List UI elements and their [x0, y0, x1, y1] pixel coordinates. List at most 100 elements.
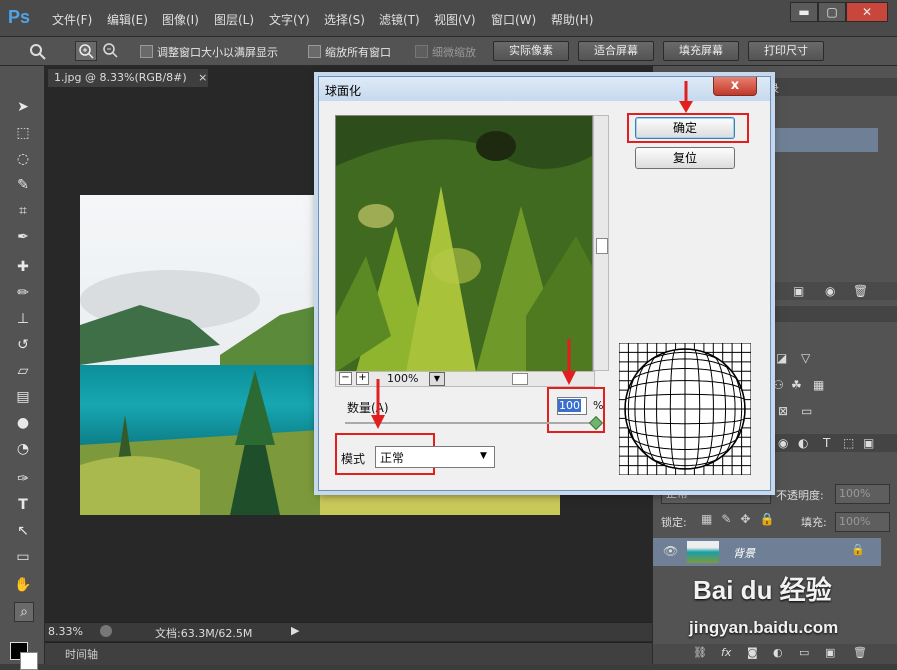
color-lookup-icon[interactable]: ▦ — [813, 378, 824, 392]
scrubby-zoom-checkbox[interactable] — [415, 45, 428, 58]
filter-smart-icon[interactable]: ▣ — [863, 436, 874, 450]
zoom-in-preview-button[interactable]: + — [356, 372, 369, 385]
minimize-button[interactable]: ▬ — [790, 2, 818, 22]
color-balance-icon[interactable]: ⚇ — [773, 378, 784, 392]
new-group-icon[interactable]: ▭ — [799, 646, 809, 659]
lasso-tool-icon[interactable]: ◌ — [14, 150, 32, 168]
tools-panel: ➤ ⬚ ◌ ✎ ⌗ ✒ ✚ ✏ ⊥ ↺ ▱ ▤ ● ◔ ✑ T ↖ ▭ ✋ ⌕ — [0, 66, 45, 670]
background-color-swatch[interactable] — [20, 652, 38, 670]
status-menu-arrow-icon[interactable]: ▶ — [291, 624, 299, 637]
new-snapshot-icon[interactable]: ▣ — [793, 284, 804, 298]
filter-pixel-icon[interactable]: ◉ — [778, 436, 788, 450]
preview-scrollbar-vertical[interactable] — [593, 115, 609, 371]
brush-tool-icon[interactable]: ✏ — [14, 284, 32, 302]
menu-type[interactable]: 文字(Y) — [269, 11, 310, 28]
zoom-in-icon[interactable] — [75, 41, 97, 61]
menu-window[interactable]: 窗口(W) — [491, 11, 536, 28]
ok-button[interactable]: 确定 — [635, 117, 735, 139]
document-tab[interactable]: 1.jpg @ 8.33%(RGB/8#) × — [48, 69, 208, 87]
mode-dropdown-icon[interactable]: ▼ — [480, 451, 487, 461]
resize-windows-checkbox[interactable] — [140, 45, 153, 58]
print-size-button[interactable]: 打印尺寸 — [748, 41, 824, 61]
zoom-all-checkbox[interactable] — [308, 45, 321, 58]
layer-thumbnail — [687, 541, 719, 563]
opacity-field[interactable]: 100% — [835, 484, 890, 504]
timeline-panel-tab[interactable]: 时间轴 — [45, 642, 652, 665]
timeline-label: 时间轴 — [65, 648, 98, 661]
eraser-tool-icon[interactable]: ▱ — [14, 362, 32, 380]
pen-tool-icon[interactable]: ✑ — [14, 470, 32, 488]
zoom-out-icon[interactable] — [100, 41, 120, 59]
filter-preview[interactable] — [335, 115, 593, 373]
fill-field[interactable]: 100% — [835, 512, 890, 532]
preview-zoom-dropdown-icon[interactable]: ▼ — [429, 372, 445, 386]
move-tool-icon[interactable]: ➤ — [14, 98, 32, 116]
dodge-tool-icon[interactable]: ◔ — [14, 440, 32, 458]
zoom-out-preview-button[interactable]: − — [339, 372, 352, 385]
amount-input[interactable]: 100 — [557, 397, 587, 415]
menu-help[interactable]: 帮助(H) — [551, 11, 593, 28]
layer-visibility-eye-icon[interactable]: 👁 — [663, 544, 678, 558]
dialog-titlebar[interactable]: 球面化 x — [319, 77, 770, 101]
levels-icon[interactable]: ◪ — [776, 351, 787, 365]
menu-layer[interactable]: 图层(L) — [214, 11, 254, 28]
fill-screen-button[interactable]: 填充屏幕 — [663, 41, 739, 61]
delete-layer-icon[interactable]: 🗑 — [853, 646, 867, 659]
menu-file[interactable]: 文件(F) — [52, 11, 92, 28]
gradient-tool-icon[interactable]: ▤ — [14, 388, 32, 406]
reset-button[interactable]: 复位 — [635, 147, 735, 169]
threshold-icon[interactable]: ⊠ — [778, 404, 788, 418]
preview-scroll-thumb-v[interactable] — [596, 238, 608, 254]
hand-tool-icon[interactable]: ✋ — [14, 576, 32, 594]
marquee-tool-icon[interactable]: ⬚ — [14, 124, 32, 142]
preview-zoom-value: 100% — [387, 372, 419, 385]
restore-button[interactable]: ▢ — [818, 2, 846, 22]
filter-type-icon[interactable]: T — [823, 436, 830, 450]
zoom-tool-icon[interactable] — [28, 42, 48, 60]
menu-view[interactable]: 视图(V) — [434, 11, 476, 28]
menu-filter[interactable]: 滤镜(T) — [379, 11, 420, 28]
photoshop-logo: Ps — [8, 7, 31, 27]
zoom-level[interactable]: 8.33% — [48, 625, 83, 638]
camera-icon[interactable]: ◉ — [825, 284, 835, 298]
new-adjustment-icon[interactable]: ◐ — [773, 646, 783, 659]
path-select-tool-icon[interactable]: ↖ — [14, 522, 32, 540]
posterize-icon[interactable]: ▭ — [801, 404, 812, 418]
channel-mixer-icon[interactable]: ☘ — [791, 378, 802, 392]
history-selected-row[interactable] — [771, 128, 878, 152]
mode-select[interactable]: 正常 ▼ — [375, 446, 495, 468]
gradient-map-icon[interactable]: ▽ — [801, 351, 810, 365]
filter-shape-icon[interactable]: ⬚ — [843, 436, 854, 450]
actual-pixels-button[interactable]: 实际像素 — [493, 41, 569, 61]
healing-brush-tool-icon[interactable]: ✚ — [14, 258, 32, 276]
baidu-watermark-url: jingyan.baidu.com — [689, 618, 839, 637]
layer-style-icon[interactable]: fx — [721, 646, 731, 659]
new-layer-icon[interactable]: ▣ — [825, 646, 835, 659]
add-mask-icon[interactable]: ◙ — [747, 646, 758, 659]
clone-stamp-tool-icon[interactable]: ⊥ — [14, 310, 32, 328]
trash-icon[interactable]: 🗑 — [853, 284, 868, 298]
fit-screen-button[interactable]: 适合屏幕 — [578, 41, 654, 61]
crop-tool-icon[interactable]: ⌗ — [14, 202, 32, 220]
preview-scroll-thumb-h[interactable] — [512, 373, 528, 385]
menu-image[interactable]: 图像(I) — [162, 11, 199, 28]
status-info-icon[interactable] — [100, 625, 112, 637]
blur-tool-icon[interactable]: ● — [14, 414, 32, 432]
menu-edit[interactable]: 编辑(E) — [107, 11, 148, 28]
window-close-button[interactable]: ✕ — [846, 2, 888, 22]
link-layers-icon[interactable]: ⛓ — [693, 646, 707, 659]
resize-windows-label: 调整窗口大小以满屏显示 — [157, 46, 278, 59]
rectangle-tool-icon[interactable]: ▭ — [14, 548, 32, 566]
filter-adjustment-icon[interactable]: ◐ — [798, 436, 808, 450]
type-tool-icon[interactable]: T — [14, 496, 32, 514]
history-brush-tool-icon[interactable]: ↺ — [14, 336, 32, 354]
document-tab-close-icon[interactable]: × — [198, 71, 207, 84]
zoom-tool-selected-icon[interactable]: ⌕ — [14, 602, 34, 622]
layer-row-background[interactable]: 👁 背景 🔒 — [653, 538, 881, 566]
dialog-close-button[interactable]: x — [713, 77, 757, 96]
menu-select[interactable]: 选择(S) — [324, 11, 365, 28]
lock-label: 锁定: — [661, 516, 687, 529]
quick-select-tool-icon[interactable]: ✎ — [14, 176, 32, 194]
eyedropper-tool-icon[interactable]: ✒ — [14, 228, 32, 246]
lock-icons[interactable]: ▦✎✥🔒 — [701, 512, 783, 526]
